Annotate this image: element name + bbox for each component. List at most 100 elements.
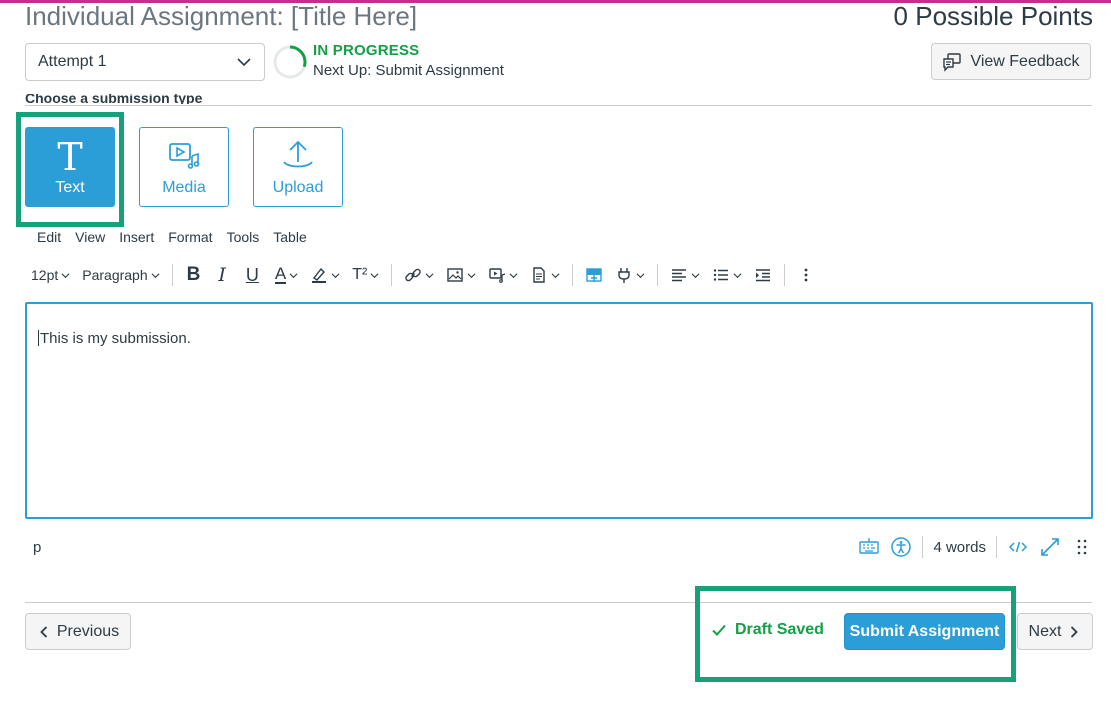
underline-icon: U xyxy=(245,264,259,285)
plugins-dropdown[interactable] xyxy=(609,259,651,291)
previous-label: Previous xyxy=(56,622,120,640)
chevron-down-icon xyxy=(61,272,70,278)
chevron-down-icon xyxy=(151,272,160,278)
link-icon xyxy=(405,268,422,282)
progress-ring-icon xyxy=(273,45,307,79)
superscript-dropdown[interactable]: T² xyxy=(346,259,385,291)
plug-icon xyxy=(618,268,631,283)
superscript-icon: T² xyxy=(352,266,368,283)
editor-toolbar: 12pt Paragraph B I U A T² xyxy=(25,259,821,291)
draft-saved-status: Draft Saved xyxy=(711,621,824,639)
page-title: Individual Assignment: [Title Here] xyxy=(25,1,418,31)
resize-handle-icon[interactable] xyxy=(1071,536,1093,558)
menu-format[interactable]: Format xyxy=(168,229,212,245)
apps-button[interactable] xyxy=(579,259,609,291)
link-dropdown[interactable] xyxy=(398,259,440,291)
submission-type-label: Choose a submission type xyxy=(25,94,203,104)
block-format-dropdown[interactable]: Paragraph xyxy=(76,259,165,291)
text-t-icon: T xyxy=(57,135,83,179)
media-embed-dropdown[interactable] xyxy=(482,259,524,291)
italic-button[interactable]: I xyxy=(208,259,236,291)
font-size-value: 12pt xyxy=(31,267,59,283)
chevron-down-icon xyxy=(425,272,434,278)
media-icon xyxy=(169,143,200,169)
toolbar-separator xyxy=(657,264,659,286)
chevron-down-icon xyxy=(289,272,298,278)
view-feedback-button[interactable]: View Feedback xyxy=(931,43,1091,80)
chevron-down-icon xyxy=(467,272,476,278)
statusbar-separator xyxy=(922,536,924,558)
highlight-color-dropdown[interactable] xyxy=(304,259,346,291)
chevron-down-icon xyxy=(370,272,379,278)
more-vertical-icon xyxy=(804,268,808,282)
text-color-icon: A xyxy=(274,264,287,284)
toolbar-separator xyxy=(171,264,173,286)
progress-status: IN PROGRESS xyxy=(313,42,420,59)
submit-assignment-button[interactable]: Submit Assignment xyxy=(844,613,1005,650)
statusbar-separator xyxy=(996,536,997,558)
toolbar-separator xyxy=(784,264,786,286)
submission-type-text-button[interactable]: T Text xyxy=(25,127,115,207)
progress-next-step: Next Up: Submit Assignment xyxy=(313,62,504,79)
chevron-down-icon xyxy=(331,272,340,278)
divider xyxy=(25,105,1092,106)
menu-edit[interactable]: Edit xyxy=(37,229,61,245)
upload-icon xyxy=(283,140,313,168)
italic-icon: I xyxy=(218,264,226,286)
attempt-select-value: Attempt 1 xyxy=(38,53,107,70)
indent-button[interactable] xyxy=(748,259,778,291)
bold-icon: B xyxy=(186,264,201,285)
submission-type-label-text: Text xyxy=(55,179,85,196)
list-dropdown[interactable] xyxy=(706,259,748,291)
menu-view[interactable]: View xyxy=(75,229,105,245)
submission-type-upload-button[interactable]: Upload xyxy=(253,127,343,207)
more-options-button[interactable] xyxy=(791,259,821,291)
attempt-select[interactable]: Attempt 1 xyxy=(25,43,265,81)
apps-icon xyxy=(586,268,603,282)
underline-button[interactable]: U xyxy=(236,259,269,291)
indent-icon xyxy=(756,269,771,282)
word-count[interactable]: 4 words xyxy=(933,539,986,556)
image-icon xyxy=(447,268,464,282)
text-caret xyxy=(38,330,39,346)
menu-tools[interactable]: Tools xyxy=(227,229,260,245)
toolbar-separator xyxy=(572,264,574,286)
align-dropdown[interactable] xyxy=(664,259,706,291)
previous-button[interactable]: Previous xyxy=(25,613,131,650)
accessibility-icon[interactable] xyxy=(890,536,912,558)
editor-statusbar: p 4 words xyxy=(25,536,1093,558)
highlighter-icon xyxy=(312,267,327,283)
document-dropdown[interactable] xyxy=(524,259,566,291)
submission-type-media-button[interactable]: Media xyxy=(139,127,229,207)
document-icon xyxy=(533,267,546,283)
bold-button[interactable]: B xyxy=(179,259,209,291)
feedback-icon xyxy=(943,52,962,72)
media-embed-icon xyxy=(489,268,506,283)
fullscreen-icon[interactable] xyxy=(1039,536,1061,558)
text-color-dropdown[interactable]: A xyxy=(269,259,304,291)
toolbar-separator xyxy=(391,264,393,286)
bullet-list-icon xyxy=(714,269,729,281)
editor-menubar: Edit View Insert Format Tools Table xyxy=(37,229,307,245)
menu-insert[interactable]: Insert xyxy=(119,229,154,245)
chevron-down-icon xyxy=(691,272,700,278)
chevron-down-icon xyxy=(636,272,645,278)
font-size-dropdown[interactable]: 12pt xyxy=(25,259,76,291)
chevron-down-icon xyxy=(733,272,742,278)
checkmark-icon xyxy=(712,624,726,636)
menu-table[interactable]: Table xyxy=(273,229,306,245)
block-format-value: Paragraph xyxy=(82,267,148,283)
possible-points: 0 Possible Points xyxy=(893,1,1093,31)
next-label: Next xyxy=(1028,622,1062,640)
chevron-down-icon xyxy=(509,272,518,278)
element-path[interactable]: p xyxy=(33,539,41,556)
html-code-icon[interactable] xyxy=(1007,536,1029,558)
next-button[interactable]: Next xyxy=(1017,613,1093,650)
rich-text-editor[interactable]: This is my submission. xyxy=(25,302,1093,519)
image-dropdown[interactable] xyxy=(440,259,482,291)
submission-type-label-upload: Upload xyxy=(272,179,324,196)
keyboard-icon[interactable] xyxy=(858,536,880,558)
divider xyxy=(25,602,1092,603)
submission-type-label-media: Media xyxy=(162,179,206,196)
align-left-icon xyxy=(672,269,687,282)
